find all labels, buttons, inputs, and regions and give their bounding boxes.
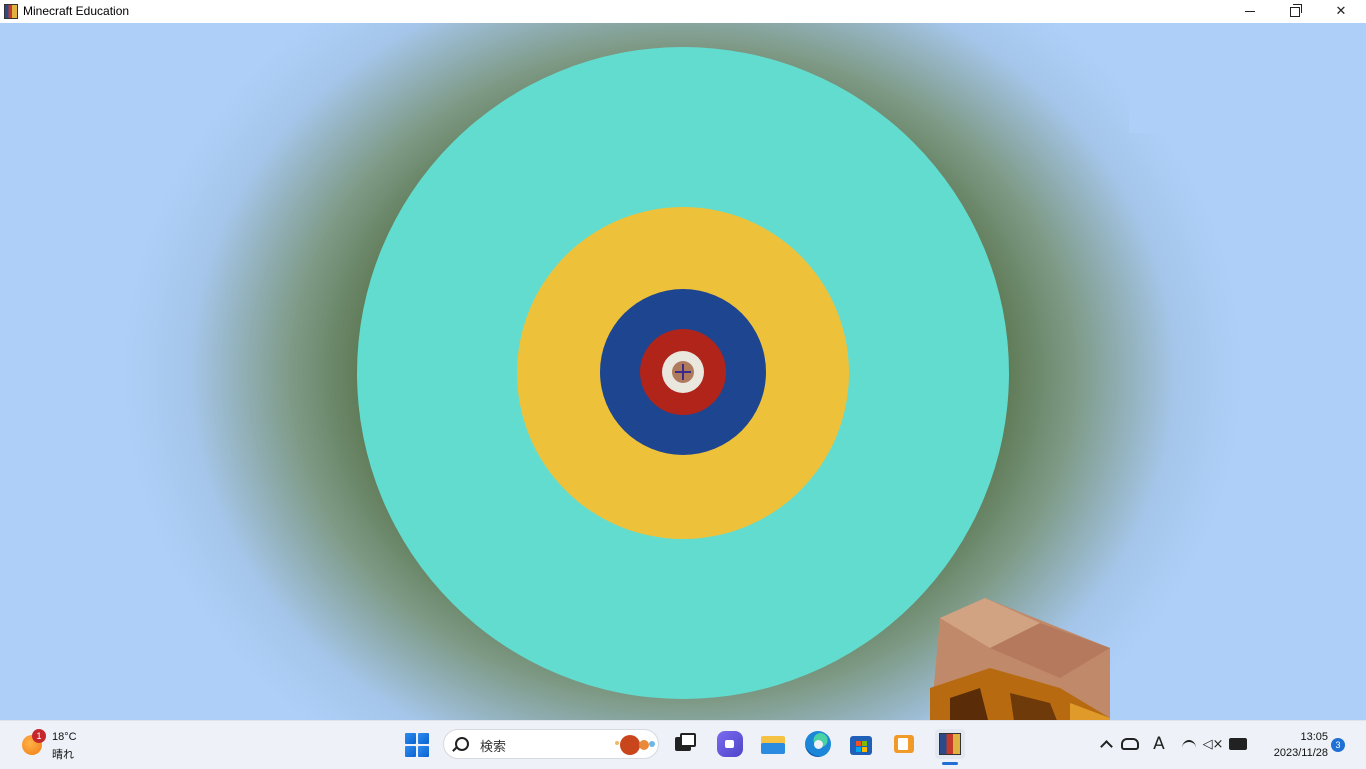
minecraft-education-icon — [939, 733, 961, 755]
close-button[interactable]: ✕ — [1318, 0, 1364, 23]
search-highlight-icon — [615, 735, 655, 755]
window-title: Minecraft Education — [23, 4, 130, 18]
media-player-box — [894, 735, 914, 753]
store-logo-square — [856, 741, 861, 746]
game-viewport[interactable] — [0, 23, 1366, 720]
restore-button[interactable] — [1272, 0, 1318, 23]
clock-date: 2023/11/28 — [1273, 747, 1328, 759]
minecraft-education-taskbar-button[interactable] — [935, 729, 965, 759]
clock-time: 13:05 — [1300, 731, 1328, 743]
store-icon[interactable] — [848, 731, 874, 757]
player-hand — [930, 598, 1110, 720]
sky-block — [1129, 23, 1366, 133]
start-icon — [405, 733, 416, 744]
search-icon — [455, 737, 469, 751]
chat-icon[interactable] — [717, 731, 743, 757]
notification-badge[interactable]: 3 — [1331, 738, 1345, 752]
task-view-icon-front — [680, 733, 696, 747]
start-icon-pane — [405, 746, 416, 757]
media-player-icon[interactable] — [891, 731, 917, 757]
chevron-up-icon[interactable] — [1097, 735, 1115, 753]
minecraft-education-icon — [4, 4, 18, 19]
file-explorer-icon[interactable] — [760, 731, 786, 757]
window-title-bar[interactable]: Minecraft Education ✕ — [0, 0, 1366, 24]
weather-condition: 晴れ — [52, 748, 74, 761]
clock[interactable]: 13:05 2023/11/28 — [1258, 729, 1328, 761]
folder-front — [761, 743, 785, 754]
store-logo-square — [862, 747, 867, 752]
wifi-icon[interactable] — [1180, 735, 1198, 753]
start-icon-pane — [418, 733, 429, 744]
task-view-button[interactable] — [673, 731, 699, 757]
restore-icon — [1290, 3, 1302, 17]
weather-badge: 1 — [32, 729, 46, 743]
store-bag — [850, 736, 872, 755]
active-app-indicator — [942, 762, 958, 765]
start-icon-pane — [418, 746, 429, 757]
edge-icon[interactable] — [805, 731, 831, 757]
weather-temperature: 18°C — [52, 731, 77, 743]
start-button[interactable] — [405, 733, 429, 757]
volume-muted-icon[interactable]: ◁× — [1203, 735, 1224, 753]
close-icon: ✕ — [1335, 4, 1347, 19]
battery-icon[interactable] — [1229, 735, 1247, 753]
ime-indicator[interactable]: A — [1150, 734, 1168, 754]
weather-widget[interactable]: 1 18°C 晴れ — [20, 729, 100, 761]
onedrive-icon[interactable] — [1121, 735, 1139, 753]
store-logo-square — [862, 741, 867, 746]
store-logo-square — [856, 747, 861, 752]
taskbar: 1 18°C 晴れ 検索 A ◁× 13:05 2023/11/28 3 — [0, 720, 1366, 769]
search-placeholder: 検索 — [480, 740, 507, 755]
crosshair-icon — [675, 364, 691, 380]
search-box[interactable]: 検索 — [443, 729, 659, 759]
minimize-icon — [1245, 11, 1255, 12]
minimize-button[interactable] — [1227, 0, 1273, 23]
